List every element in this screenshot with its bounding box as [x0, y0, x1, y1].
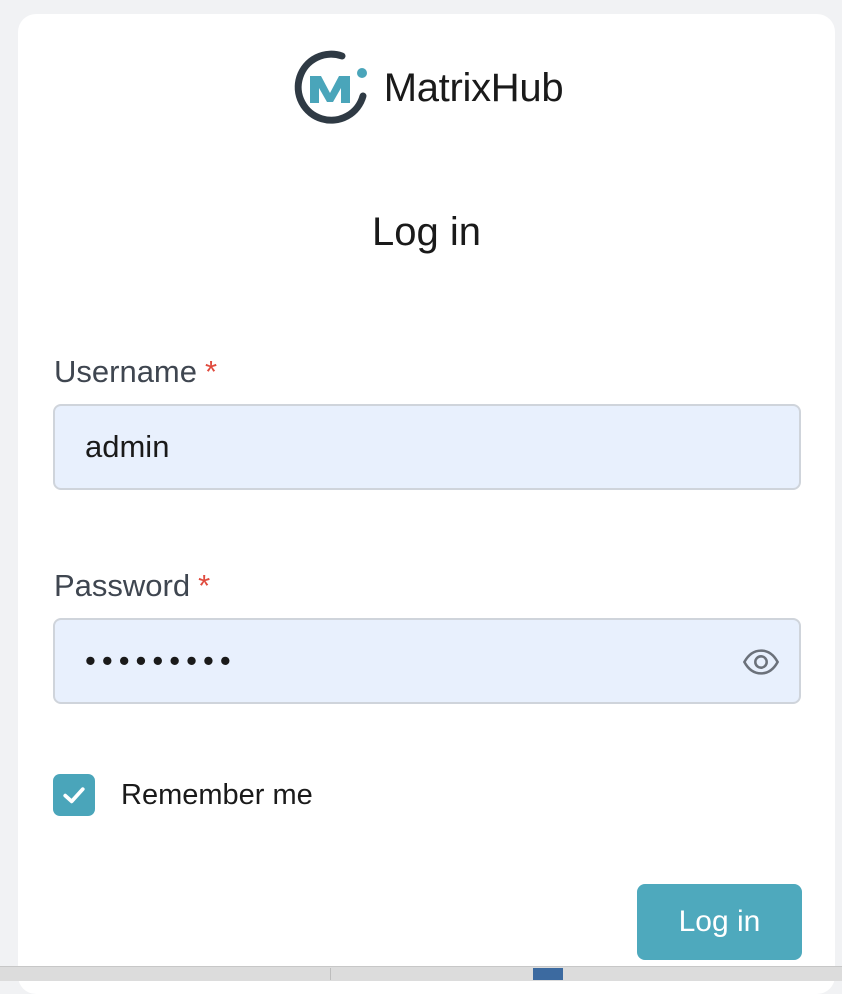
- bottom-panel-edge: [0, 966, 842, 981]
- login-button[interactable]: Log in: [637, 884, 802, 960]
- remember-me: Remember me: [53, 774, 313, 816]
- brand-header: MatrixHub: [18, 48, 835, 128]
- password-field: [53, 618, 801, 704]
- password-label-text: Password: [54, 568, 191, 603]
- login-card: MatrixHub Log in Username* Password* Rem…: [18, 14, 835, 994]
- matrixhub-logo-icon: [294, 50, 367, 124]
- username-input[interactable]: [53, 404, 801, 490]
- brand-name: MatrixHub: [383, 65, 564, 110]
- username-label-text: Username: [54, 354, 197, 389]
- password-label: Password *: [54, 568, 210, 604]
- remember-me-checkbox[interactable]: [53, 774, 95, 816]
- password-input[interactable]: [53, 618, 801, 704]
- remember-me-label[interactable]: Remember me: [121, 779, 313, 812]
- username-label: Username *: [54, 354, 217, 390]
- username-required-marker: *: [205, 354, 218, 389]
- page-title: Log in: [372, 210, 481, 254]
- show-password-button[interactable]: [741, 642, 781, 682]
- bottom-panel-tab[interactable]: [533, 968, 563, 980]
- checkmark-icon: [63, 787, 85, 804]
- eye-icon: [742, 649, 780, 675]
- password-required-marker: *: [198, 568, 211, 603]
- bottom-panel-divider: [330, 968, 331, 980]
